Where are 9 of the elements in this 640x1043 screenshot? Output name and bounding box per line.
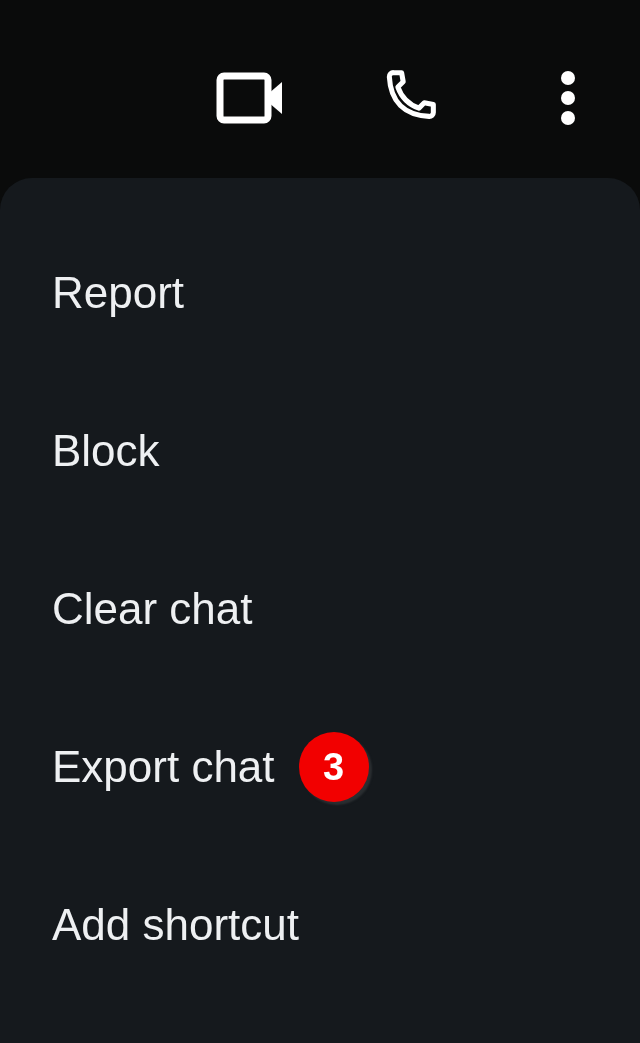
- more-icon: [561, 71, 575, 125]
- step-badge: 3: [298, 732, 369, 802]
- video-camera-icon: [216, 72, 282, 124]
- menu-item[interactable]: Add shortcut: [52, 900, 300, 950]
- menu-item[interactable]: Block: [52, 426, 160, 476]
- menu-item[interactable]: Export chat: [52, 742, 275, 792]
- menu-item[interactable]: Report: [52, 268, 185, 318]
- phone-icon: [386, 70, 436, 119]
- menu-item[interactable]: Clear chat: [52, 584, 253, 634]
